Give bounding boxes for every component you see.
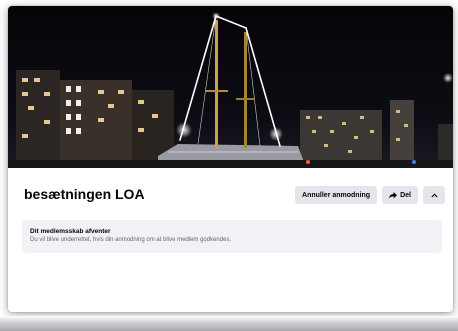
chevron-up-icon [430,192,438,198]
group-actions: Annuller anmodning Del [295,186,445,204]
group-cover-photo [8,6,453,168]
share-arrow-icon [389,191,398,199]
collapse-button[interactable] [423,186,445,204]
group-name: besætningen LOA [24,186,145,202]
cancel-request-label: Annuller anmodning [302,191,371,199]
notice-title: Dit medlemsskab afventer [30,228,111,235]
group-header-card: besætningen LOA Annuller anmodning Del D… [8,6,453,312]
notice-message: Du vil blive underrettet, hvis din anmod… [30,237,232,243]
share-label: Del [400,191,411,199]
screenshot-stage: besætningen LOA Annuller anmodning Del D… [0,0,458,331]
cancel-request-button[interactable]: Annuller anmodning [295,186,378,204]
membership-pending-notice: Dit medlemsskab afventer Du vil blive un… [22,220,442,253]
share-button[interactable]: Del [382,186,418,204]
bottom-shadow-strip [0,316,458,331]
